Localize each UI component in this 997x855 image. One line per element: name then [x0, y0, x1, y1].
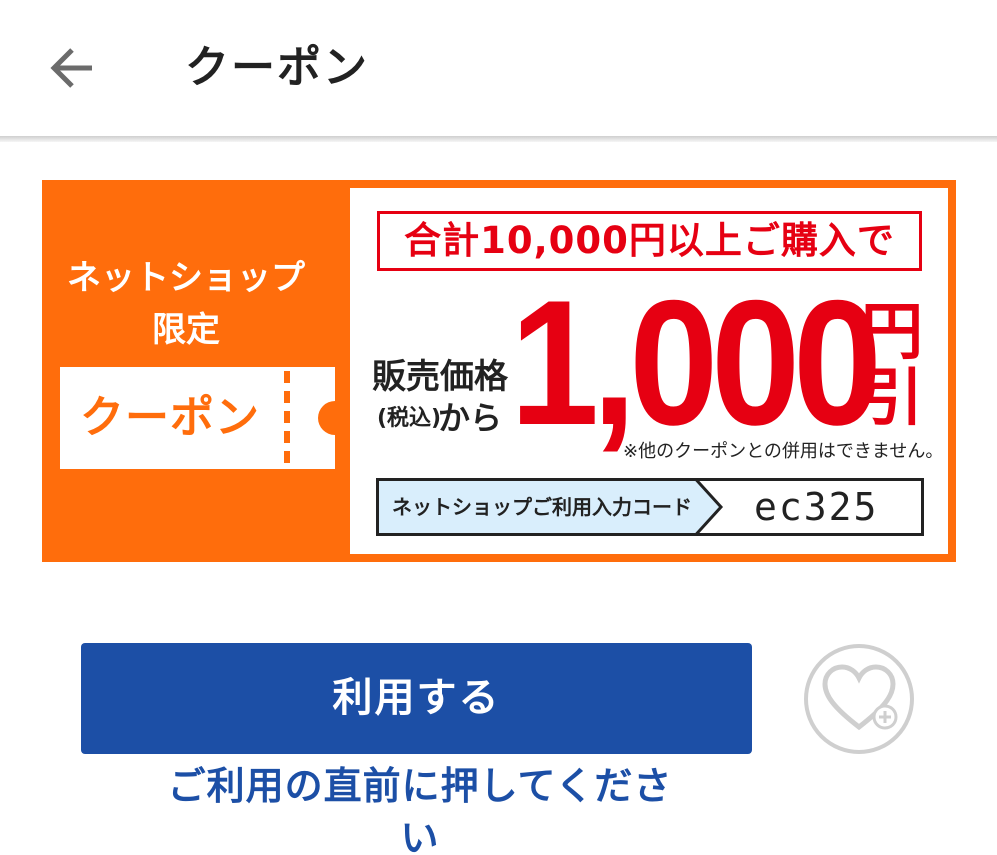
tax-label: (税込) — [377, 406, 442, 431]
price-label: 販売価格 — [372, 357, 508, 397]
page-title: クーポン — [185, 42, 369, 93]
code-label: ネットショップご利用入力コード — [392, 495, 692, 519]
yen-unit: 円 — [861, 295, 924, 368]
use-coupon-button[interactable]: 利用する — [81, 643, 752, 754]
net-shop-limited-badge: ネットショップ 限定 — [42, 252, 330, 356]
discount-label: 引 — [861, 361, 924, 434]
usage-note: ※他のクーポンとの併用はできません。 — [623, 441, 944, 462]
usage-hint: ご利用の直前に押してください — [167, 764, 673, 855]
coupon-code: ec325 — [754, 485, 879, 529]
back-button[interactable] — [42, 38, 102, 98]
ticket-label: クーポン — [80, 392, 260, 443]
discount-amount: 1,000 — [510, 263, 882, 462]
purchase-condition: 合計10,000円以上ご購入で — [377, 211, 922, 271]
badge-line-2: 限定 — [152, 310, 220, 350]
from-label: から — [438, 399, 503, 437]
heart-plus-icon — [804, 644, 914, 754]
favorite-button[interactable] — [803, 643, 915, 755]
app-header: クーポン — [0, 0, 997, 136]
badge-line-1: ネットショップ — [67, 258, 305, 298]
header-divider — [0, 136, 997, 142]
arrow-left-icon — [50, 48, 92, 88]
